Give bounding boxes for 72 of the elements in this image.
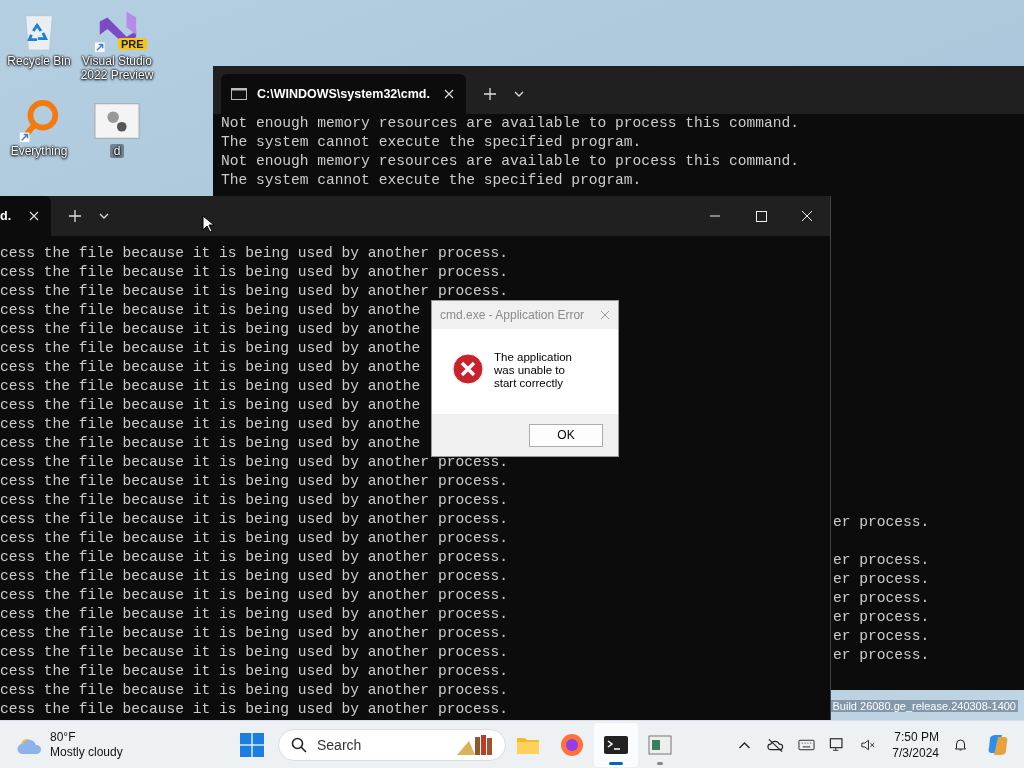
console-line: cess the file because it is being used by anothe xyxy=(0,358,421,377)
icon-label: Recycle Bin xyxy=(6,54,72,68)
new-tab-icon[interactable] xyxy=(483,88,496,100)
dropdown-icon[interactable] xyxy=(513,91,524,97)
console-line: cess the file because it is being used by another process. xyxy=(0,548,508,567)
terminal-tab[interactable]: C:\WINDOWS\system32\cmd. xyxy=(221,74,466,114)
weather-condition: Mostly cloudy xyxy=(50,744,123,760)
search-field[interactable]: Search xyxy=(315,735,439,754)
search-icon xyxy=(291,736,307,753)
ok-button[interactable]: OK xyxy=(529,423,603,447)
search-bar[interactable]: Search xyxy=(278,728,506,761)
console-line: cess the file because it is being used by another process. xyxy=(0,244,508,263)
console-line: cess the file because it is being used by another process. xyxy=(0,491,508,510)
console-line: cess the file because it is being used by another process. xyxy=(0,529,508,548)
console-line: cess the file because it is being used by anothe xyxy=(0,339,421,358)
windows-start-icon[interactable] xyxy=(240,732,264,757)
console-line: cess the file because it is being used by anothe xyxy=(0,434,421,453)
console-line: cess the file because it is being used by another process. xyxy=(0,700,508,719)
console-line: cess the file because it is being used by another process. xyxy=(0,605,508,624)
console-line: er process. xyxy=(833,646,930,665)
mouse-pointer-icon xyxy=(202,215,214,233)
terminal-tab[interactable]: d. xyxy=(0,196,52,236)
console-line: cess the file because it is being used by anothe xyxy=(0,396,421,415)
console-line: cess the file because it is being used by another process. xyxy=(0,681,508,700)
icon-label: d xyxy=(109,144,125,158)
icon-label: Visual Studio 2022 Preview xyxy=(79,54,155,82)
console-line: cess the file because it is being used by another process. xyxy=(0,263,508,282)
taskbar-app[interactable] xyxy=(594,722,638,767)
console-line: cess the file because it is being used by another process. xyxy=(0,624,508,643)
console-line: cess the file because it is being used by another process. xyxy=(0,453,508,472)
tab-title: C:\WINDOWS\system32\cmd. xyxy=(257,86,430,102)
speaker-muted-icon[interactable] xyxy=(860,736,878,753)
dialog-title: cmd.exe - Application Error xyxy=(440,308,585,322)
console-line: cess the file because it is being used by another process. xyxy=(0,282,508,301)
console-line: cess the file because it is being used by anothe xyxy=(0,415,421,434)
console-line: er process. xyxy=(833,589,930,608)
console-line: er process. xyxy=(833,513,930,532)
console-icon xyxy=(231,88,247,100)
copilot-icon[interactable] xyxy=(986,732,1010,757)
console-line: The system cannot execute the specified program. xyxy=(221,133,642,152)
console-line: cess the file because it is being used by another process. xyxy=(0,510,508,529)
console-line: er process. xyxy=(833,551,930,570)
cloud-off-icon[interactable] xyxy=(767,736,785,753)
error-message: The application was unable to start correctly xyxy=(494,351,573,390)
browser-icon xyxy=(560,732,584,757)
console-line: er process. xyxy=(833,570,930,589)
tab-title: d. xyxy=(0,208,12,224)
clock-date: 7/3/2024 xyxy=(892,744,939,761)
console-line: cess the file because it is being used by anothe xyxy=(0,320,421,339)
console-line: cess the file because it is being used by another process. xyxy=(0,662,508,681)
preview-badge: PRE xyxy=(118,38,147,50)
bell-icon[interactable] xyxy=(952,736,969,753)
clock-time: 7:50 PM xyxy=(894,728,939,745)
console-line: cess the file because it is being used by anothe xyxy=(0,377,421,396)
console-line: cess the file because it is being used by another process. xyxy=(0,472,508,491)
window-icon xyxy=(648,732,672,757)
console-line: cess the file because it is being used by another process. xyxy=(0,567,508,586)
new-tab-icon[interactable] xyxy=(69,210,82,222)
dropdown-icon[interactable] xyxy=(99,213,110,219)
console-line: Not enough memory resources are available to process this command. xyxy=(221,114,799,133)
console-line: The system cannot execute the specified program. xyxy=(221,171,642,190)
desktop-icon[interactable]: PRE Visual Studio 2022 Preview xyxy=(78,4,156,90)
console-line: cess the file because it is being used by another process. xyxy=(0,643,508,662)
console-line: Not enough memory resources are available to process this command. xyxy=(221,152,799,171)
console-line: cess the file because it is being used by anothe xyxy=(0,301,421,320)
icon-label: Everything xyxy=(9,144,69,158)
error-icon xyxy=(452,353,484,385)
console-line: er process. xyxy=(833,627,930,646)
build-watermark: Build 26080.ge_release.240308-1400 xyxy=(830,700,1018,712)
temperature: 80°F xyxy=(50,729,77,745)
console-line: cess the file because it is being used by another process. xyxy=(0,586,508,605)
console-line: er process. xyxy=(833,608,930,627)
